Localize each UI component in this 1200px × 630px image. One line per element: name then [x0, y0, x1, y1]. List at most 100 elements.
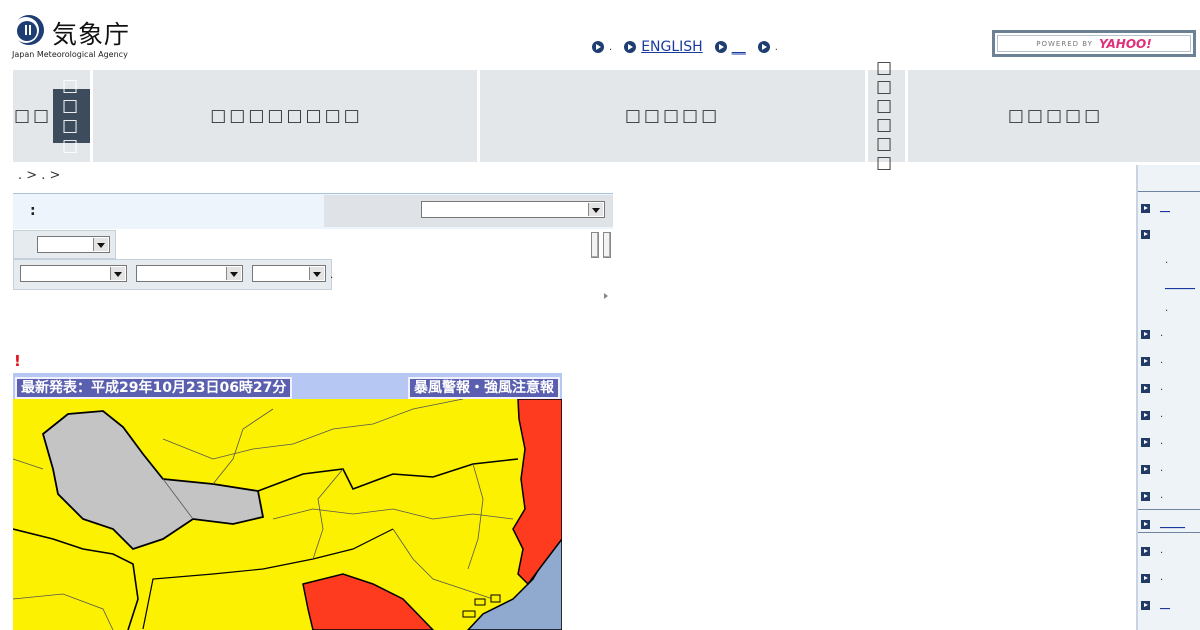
- sidebar-item[interactable]: .: [1141, 355, 1200, 369]
- sidebar-item[interactable]: .: [1141, 328, 1200, 342]
- sidebar-item[interactable]: _____: [1141, 518, 1200, 532]
- arrow-square-icon: [1141, 574, 1150, 583]
- sidebar-item-label: _____: [1160, 518, 1185, 529]
- arrow-square-icon: [1141, 230, 1150, 239]
- sidebar-item-label: .: [1160, 409, 1164, 420]
- area-label: :: [30, 203, 36, 219]
- site-search-box[interactable]: POWERED BY YAHOO!: [992, 30, 1196, 57]
- top-link-3[interactable]: __: [714, 39, 746, 55]
- nav-item-active[interactable]: □□□□: [53, 76, 90, 156]
- nav-item-label: □□□□: [61, 76, 82, 156]
- arrow-square-icon: [1141, 384, 1150, 393]
- sub-select[interactable]: [37, 236, 110, 253]
- warning-map[interactable]: 最新発表：平成29年10月23日06時27分 暴風警報・強風注意報: [13, 373, 562, 630]
- right-sidebar: __ . ______ . . . . . . . . _____ . . __: [1136, 165, 1200, 630]
- warning-type-label: 暴風警報・強風注意報: [408, 377, 560, 399]
- breadcrumb: . > . >: [18, 168, 61, 183]
- arrow-circle-icon: [624, 41, 637, 53]
- sidebar-item[interactable]: .: [1141, 572, 1200, 586]
- sidebar-item-label: .: [1165, 255, 1169, 266]
- arrow-square-icon: [1141, 492, 1150, 501]
- yahoo-logo: YAHOO!: [1098, 36, 1152, 51]
- nav-item-6[interactable]: □□□□□: [905, 70, 1200, 162]
- arrow-square-icon: [1141, 465, 1150, 474]
- play-arrow-icon[interactable]: [604, 293, 608, 299]
- sidebar-item-label: .: [1160, 545, 1164, 556]
- sidebar-item[interactable]: .: [1141, 436, 1200, 450]
- sidebar-subitem[interactable]: ______: [1141, 279, 1200, 293]
- arrow-square-icon: [1141, 357, 1150, 366]
- date-select-row: .: [13, 259, 334, 290]
- jma-logo-icon: [13, 15, 44, 45]
- chevron-down-icon: [93, 238, 108, 251]
- nav-item-3[interactable]: □□□□□□□□: [90, 70, 480, 162]
- chevron-down-icon: [588, 203, 603, 216]
- nav-item-4[interactable]: □□□□□: [477, 70, 865, 162]
- top-link-3-label[interactable]: __: [732, 39, 746, 55]
- sidebar-item[interactable]: .: [1141, 409, 1200, 423]
- english-link-label[interactable]: ENGLISH: [641, 39, 703, 55]
- english-link[interactable]: ENGLISH: [624, 39, 703, 55]
- sub-select-row: [13, 230, 116, 259]
- arrow-square-icon: [1141, 547, 1150, 556]
- next-button[interactable]: [603, 232, 611, 258]
- sidebar-item-label: .: [1160, 490, 1164, 501]
- area-select-cell: [324, 195, 613, 227]
- top-link-1[interactable]: .: [592, 41, 612, 53]
- date-select-3[interactable]: [252, 265, 326, 282]
- sidebar-item-label: .: [1165, 303, 1169, 314]
- nav-item-5[interactable]: □□□□□□: [865, 59, 903, 173]
- sidebar-item-label: .: [1160, 328, 1164, 339]
- sidebar-item[interactable]: .: [1141, 490, 1200, 504]
- top-link-4[interactable]: .: [757, 41, 778, 53]
- area-select[interactable]: [421, 201, 605, 218]
- date-select-1[interactable]: [20, 265, 127, 282]
- sidebar-item[interactable]: .: [1141, 545, 1200, 559]
- sidebar-item[interactable]: .: [1141, 382, 1200, 396]
- sidebar-item-label: .: [1160, 463, 1164, 474]
- arrow-circle-icon: [714, 41, 727, 53]
- sidebar-divider: [1138, 532, 1200, 533]
- sidebar-item-label: .: [1160, 436, 1164, 447]
- arrow-square-icon: [1141, 411, 1150, 420]
- sidebar-divider: [1138, 509, 1200, 510]
- logo-title: 気象庁: [52, 20, 131, 49]
- sidebar-item[interactable]: __: [1141, 202, 1200, 216]
- map-image: [13, 399, 562, 630]
- arrow-square-icon: [1141, 330, 1150, 339]
- arrow-circle-icon: [757, 41, 770, 53]
- map-header: 最新発表：平成29年10月23日06時27分 暴風警報・強風注意報: [13, 373, 562, 399]
- jma-logo[interactable]: 気象庁 Japan Meteorological Agency: [12, 13, 137, 63]
- powered-by-text: POWERED BY: [1036, 39, 1093, 48]
- sidebar-subitem[interactable]: .: [1141, 303, 1200, 317]
- chevron-down-icon: [226, 267, 241, 280]
- nav-item-label: □□: [13, 106, 53, 126]
- sidebar-item-label: .: [1160, 382, 1164, 393]
- date-select-2[interactable]: [136, 265, 243, 282]
- sidebar-subitem[interactable]: .: [1141, 255, 1200, 269]
- nav-item-label: □□□□□□□□: [210, 106, 363, 126]
- prev-button[interactable]: [591, 232, 599, 258]
- arrow-square-icon: [1141, 601, 1150, 610]
- row-trail: .: [330, 270, 334, 281]
- sidebar-item-label: .: [1160, 572, 1164, 583]
- area-select-row: :: [13, 193, 613, 229]
- nav-item-label: □□□□□□: [875, 58, 896, 173]
- sidebar-item-label: .: [1160, 355, 1164, 366]
- arrow-square-icon: [1141, 204, 1150, 213]
- alert-mark: !: [14, 352, 21, 370]
- chevron-down-icon: [110, 267, 125, 280]
- arrow-square-icon: [1141, 438, 1150, 447]
- top-links: . ENGLISH __ .: [592, 38, 790, 56]
- nav-item-home[interactable]: □□: [13, 70, 53, 162]
- chevron-down-icon: [309, 267, 324, 280]
- logo-subtitle: Japan Meteorological Agency: [12, 50, 128, 59]
- sidebar-item[interactable]: .: [1141, 463, 1200, 477]
- sidebar-item[interactable]: [1141, 228, 1200, 242]
- sidebar-item[interactable]: __: [1141, 599, 1200, 613]
- search-banner: POWERED BY YAHOO!: [997, 35, 1191, 52]
- latest-issued-label: 最新発表：平成29年10月23日06時27分: [15, 377, 293, 399]
- arrow-circle-icon: [592, 41, 604, 53]
- sidebar-item-label: ______: [1165, 279, 1195, 290]
- sidebar-divider: [1138, 191, 1200, 192]
